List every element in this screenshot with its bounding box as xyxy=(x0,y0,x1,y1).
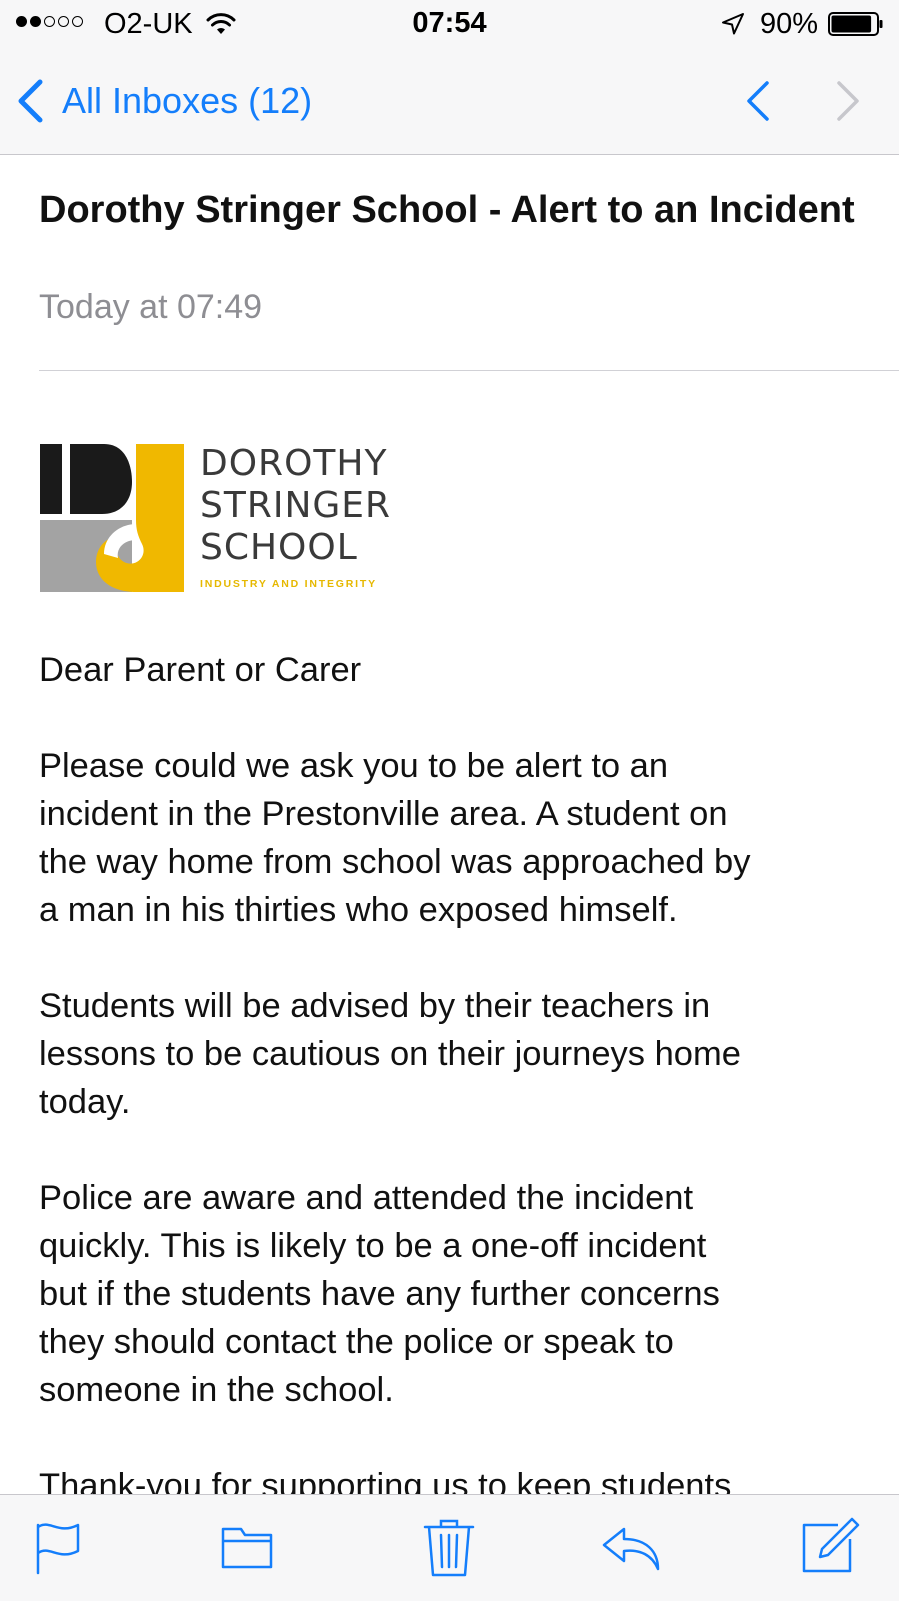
body-paragraph-3: Police are aware and attended the incide… xyxy=(39,1174,879,1414)
body-line: today. xyxy=(39,1083,131,1121)
logo-name-line-1: DOROTHY xyxy=(200,443,388,484)
back-button[interactable]: All Inboxes (12) xyxy=(14,76,312,126)
logo-name-line-3: SCHOOL xyxy=(200,527,358,568)
message-subject: Dorothy Stringer School - Alert to an In… xyxy=(39,189,855,231)
reply-icon[interactable] xyxy=(600,1515,664,1579)
battery-icon xyxy=(828,12,883,36)
header-area: O2-UK 07:54 90% All Inboxes (12) xyxy=(0,0,899,155)
body-line: someone in the school. xyxy=(39,1371,394,1409)
body-line: lessons to be cautious on their journeys… xyxy=(39,1035,741,1073)
nav-bar: All Inboxes (12) xyxy=(0,50,899,154)
chevron-left-icon xyxy=(18,79,43,123)
body-line: a man in his thirties who exposed himsel… xyxy=(39,891,678,929)
body-line: Police are aware and attended the incide… xyxy=(39,1179,694,1217)
back-button-label: All Inboxes (12) xyxy=(62,80,313,121)
body-line: they should contact the police or speak … xyxy=(39,1323,674,1361)
message-body: Dear Parent or Carer Please could we ask… xyxy=(39,646,879,1558)
status-bar: O2-UK 07:54 90% xyxy=(0,0,899,50)
school-logo: DOROTHY STRINGER SCHOOL INDUSTRY AND INT… xyxy=(40,444,420,596)
header-divider xyxy=(39,370,899,371)
body-line: the way home from school was approached … xyxy=(39,843,751,881)
body-paragraph-2: Students will be advised by their teache… xyxy=(39,982,879,1126)
greeting: Dear Parent or Carer xyxy=(39,651,362,689)
location-arrow-icon xyxy=(722,13,744,35)
body-paragraphs: Please could we ask you to be alert to a… xyxy=(39,742,879,1510)
folder-icon[interactable] xyxy=(215,1515,279,1579)
logo-tagline: INDUSTRY AND INTEGRITY xyxy=(200,578,377,590)
battery-percent: 90% xyxy=(760,8,819,40)
body-line: quickly. This is likely to be a one-off … xyxy=(39,1227,707,1265)
next-message-icon[interactable] xyxy=(832,78,864,124)
body-line: Please could we ask you to be alert to a… xyxy=(39,747,669,785)
bottom-toolbar xyxy=(0,1494,899,1601)
body-paragraph-1: Please could we ask you to be alert to a… xyxy=(39,742,879,934)
compose-icon[interactable] xyxy=(798,1515,862,1579)
message-date: Today at 07:49 xyxy=(39,288,263,326)
flag-icon[interactable] xyxy=(28,1515,92,1579)
body-line: Students will be advised by their teache… xyxy=(39,987,711,1025)
school-logo-mark xyxy=(40,444,184,592)
trash-icon[interactable] xyxy=(417,1515,481,1579)
body-line: but if the students have any further con… xyxy=(39,1275,720,1313)
body-line: incident in the Prestonville area. A stu… xyxy=(39,795,728,833)
logo-name-line-2: STRINGER xyxy=(200,485,392,526)
previous-message-icon[interactable] xyxy=(742,78,774,124)
